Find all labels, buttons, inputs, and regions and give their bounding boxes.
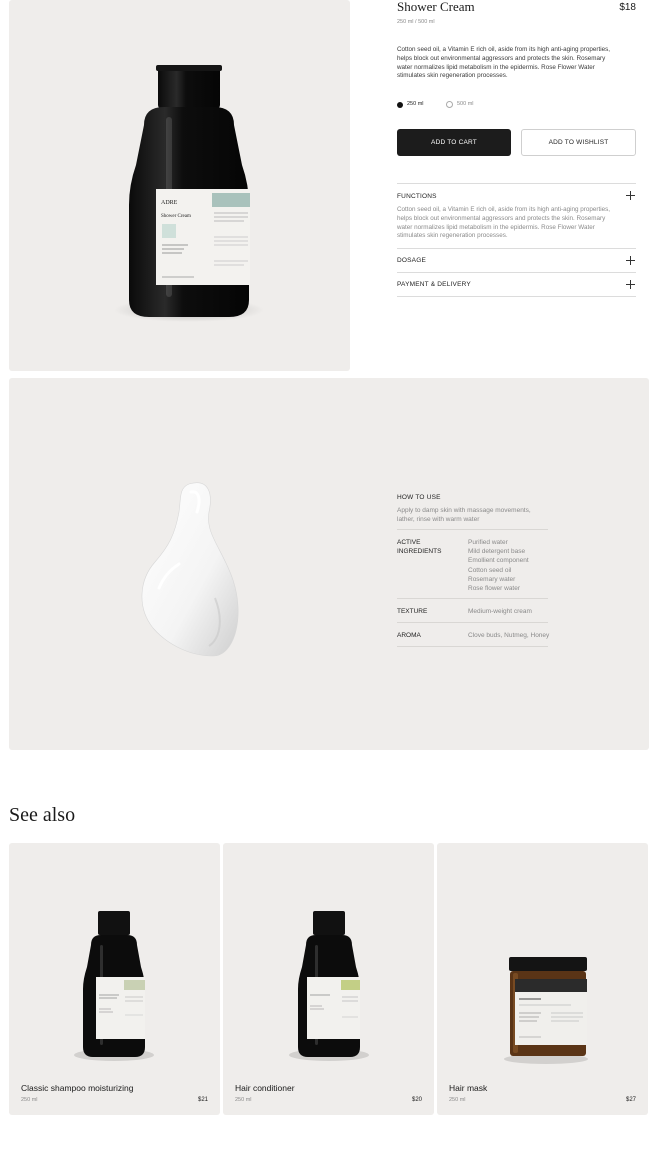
- accordion-divider: [397, 272, 636, 273]
- accordion-divider: [397, 248, 636, 249]
- ingredient-item: Purified water: [468, 539, 508, 546]
- usage-divider: [397, 622, 548, 623]
- bottle-name-text: Shower Cream: [161, 214, 191, 219]
- ingredients-list: Purified water Mild detergent base Emoll…: [468, 538, 529, 593]
- aroma-value: Clove buds, Nutmeg, Honey: [468, 632, 550, 639]
- expand-payment-icon[interactable]: [626, 280, 635, 289]
- product-sizes-line: 250 ml / 500 ml: [397, 19, 435, 25]
- card-price: $27: [625, 1097, 636, 1103]
- add-to-wishlist-button[interactable]: ADD TO WISHLIST: [521, 129, 636, 156]
- expand-functions-icon[interactable]: [626, 191, 635, 200]
- card-size: 250 ml: [235, 1097, 252, 1103]
- card-name[interactable]: Classic shampoo moisturizing: [21, 1083, 133, 1093]
- active-ingredients-label: ACTIVE INGREDIENTS: [397, 539, 442, 555]
- usage-divider: [397, 529, 548, 530]
- card-size: 250 ml: [21, 1097, 38, 1103]
- ingredient-item: Cotton seed oil: [468, 566, 512, 574]
- product-card-shampoo[interactable]: Classic shampoo moisturizing 250 ml $21: [9, 843, 220, 1115]
- product-image-panel: ADRE Shower Cream: [9, 0, 350, 371]
- cream-swatch-image: [141, 482, 239, 657]
- texture-panel: HOW TO USE Apply to damp skin with massa…: [9, 378, 649, 750]
- how-to-use-title: HOW TO USE: [397, 494, 441, 501]
- ingredient-item: Mild detergent base: [468, 548, 526, 556]
- usage-divider: [397, 646, 548, 647]
- size-option-250-label[interactable]: 250 ml: [407, 101, 424, 107]
- card-size: 250 ml: [449, 1097, 466, 1103]
- texture-label: TEXTURE: [397, 608, 428, 615]
- expand-dosage-icon[interactable]: [626, 256, 635, 265]
- hair-mask-jar-image: [504, 957, 588, 1064]
- product-title: Shower Cream: [397, 0, 475, 14]
- aroma-label: AROMA: [397, 632, 421, 639]
- card-price: $20: [411, 1097, 422, 1103]
- shampoo-bottle-image: [74, 911, 154, 1061]
- card-name[interactable]: Hair mask: [449, 1083, 487, 1093]
- accordion-divider: [397, 183, 636, 184]
- ingredient-item: Emollient component: [468, 557, 529, 565]
- add-to-cart-button[interactable]: ADD TO CART: [397, 129, 511, 156]
- size-option-500-label[interactable]: 500 ml: [457, 101, 474, 107]
- texture-value: Medium-weight cream: [468, 608, 532, 615]
- accordion-functions-title[interactable]: FUNCTIONS: [397, 193, 437, 200]
- card-price: $21: [197, 1097, 208, 1103]
- see-also-title: See also: [9, 804, 76, 826]
- how-to-use-text: Apply to damp skin with massage movement…: [397, 507, 531, 523]
- bottle-brand-text: ADRE: [161, 200, 178, 206]
- shower-cream-bottle-image: ADRE Shower Cream: [114, 65, 264, 322]
- ingredient-item: Rose flower water: [468, 585, 521, 593]
- product-card-hair-mask[interactable]: Hair mask 250 ml $27: [437, 843, 648, 1115]
- accordion-divider: [397, 296, 636, 297]
- product-card-conditioner[interactable]: Hair conditioner 250 ml $20: [223, 843, 434, 1115]
- accordion-dosage-title[interactable]: DOSAGE: [397, 257, 426, 264]
- size-option-500-radio[interactable]: [446, 101, 453, 108]
- conditioner-bottle-image: [289, 911, 369, 1061]
- product-description: Cotton seed oil, a Vitamin E rich oil, a…: [397, 46, 611, 80]
- product-price: $18: [619, 2, 636, 13]
- card-name[interactable]: Hair conditioner: [235, 1083, 295, 1093]
- accordion-functions-body: Cotton seed oil, a Vitamin E rich oil, a…: [397, 206, 611, 240]
- accordion-payment-title[interactable]: PAYMENT & DELIVERY: [397, 281, 471, 288]
- usage-divider: [397, 598, 548, 599]
- size-option-250-radio[interactable]: [397, 102, 403, 108]
- ingredient-item: Rosemary water: [468, 575, 516, 583]
